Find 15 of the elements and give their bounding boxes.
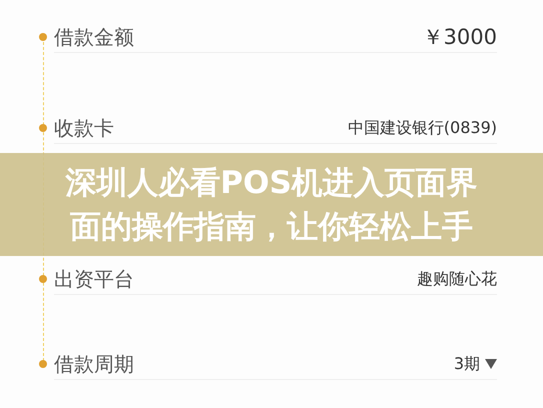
field-label: 借款金额 <box>54 24 134 50</box>
timeline-dot <box>39 124 47 132</box>
timeline-dot <box>39 360 47 368</box>
field-value: 趣购随心花 <box>417 268 497 290</box>
field-value: ￥3000 <box>422 24 497 51</box>
field-label: 收款卡 <box>54 114 114 142</box>
field-label: 出资平台 <box>54 266 134 292</box>
banner-title: 面的操作指南，让你轻松上手 <box>70 208 473 246</box>
field-label: 借款周期 <box>54 350 134 378</box>
timeline-dot <box>39 275 47 283</box>
period-dropdown[interactable]: 3期 <box>454 354 497 374</box>
caret-icon <box>485 359 497 369</box>
timeline-dot <box>39 33 47 41</box>
field-value: 中国建设银行(0839) <box>348 118 497 138</box>
banner-title: 深圳人必看POS机进入页面界 <box>65 164 478 202</box>
